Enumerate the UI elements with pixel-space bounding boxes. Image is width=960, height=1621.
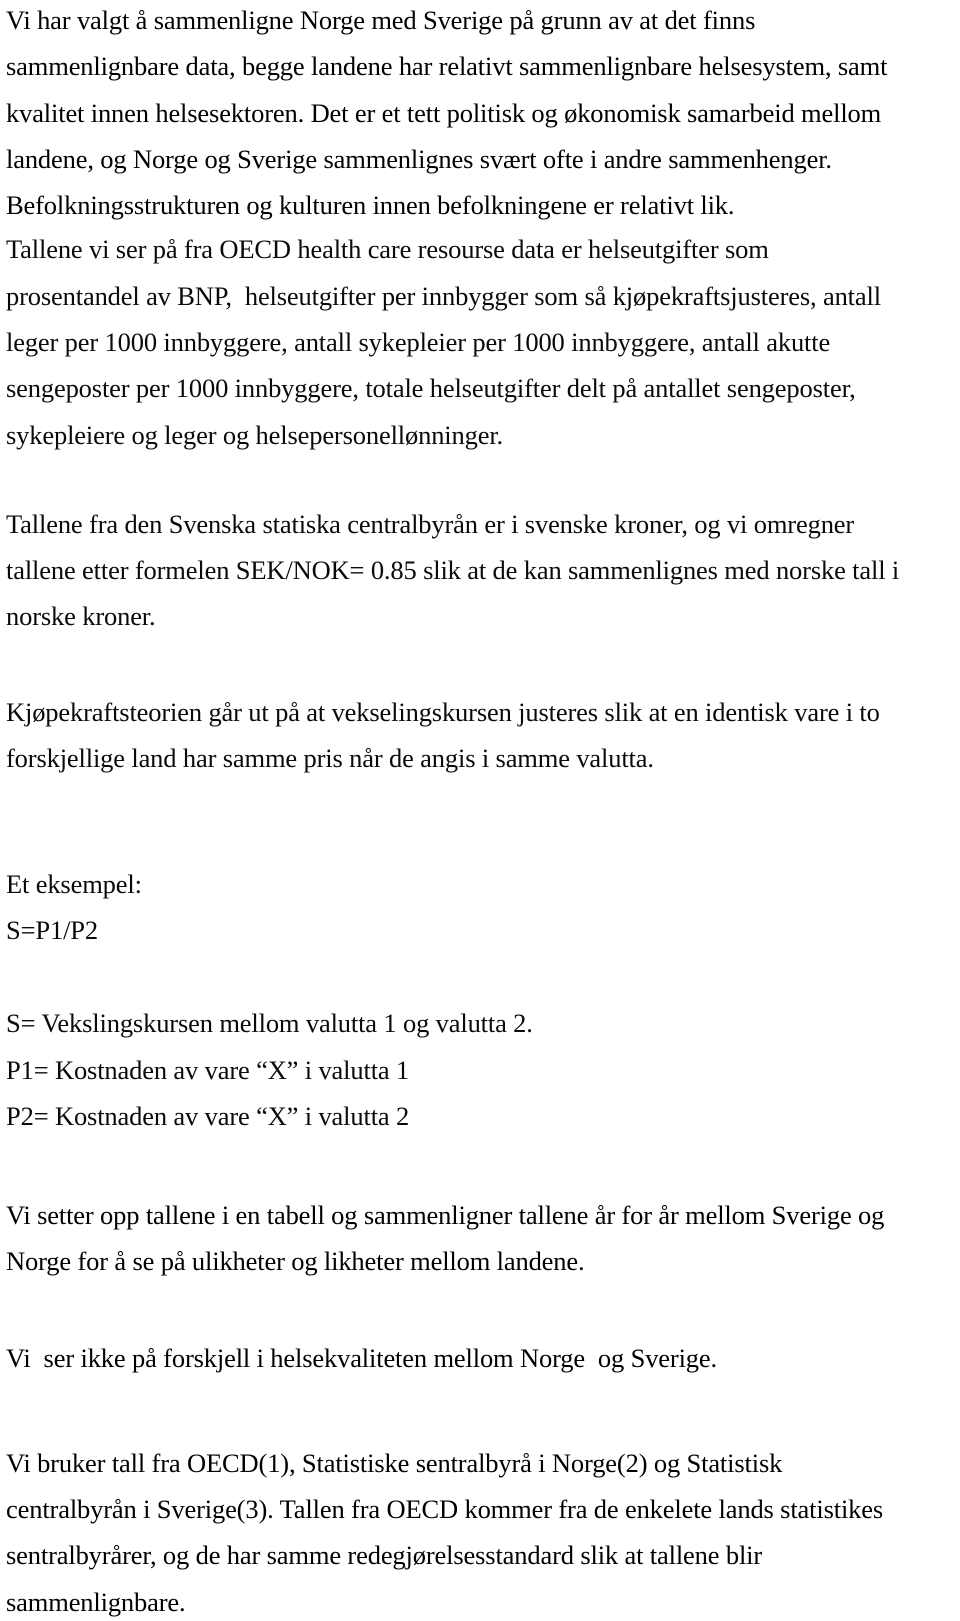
text-line-legend-p2: P2= Kostnaden av vare “X” i valutta 2 [6,1101,410,1131]
text-line-legend-p1: P1= Kostnaden av vare “X” i valutta 1 [6,1055,410,1085]
text-line: Vi setter opp tallene i en tabell og sam… [6,1200,885,1230]
text-line: landene, og Norge og Sverige sammenligne… [6,144,832,174]
text-line: forskjellige land har samme pris når de … [6,743,654,773]
text-line: sengeposter per 1000 innbyggere, totale … [6,373,856,403]
text-line: centralbyrån i Sverige(3). Tallen fra OE… [6,1494,884,1524]
text-line: sammenlignbare. [6,1587,186,1617]
text-line: leger per 1000 innbyggere, antall sykepl… [6,327,831,357]
text-line: Vi ser ikke på forskjell i helsekvalitet… [6,1343,717,1373]
text-line: sammenlignbare data, begge landene har r… [6,51,888,81]
text-line-example-label: Et eksempel: [6,869,142,899]
text-line: Tallene vi ser på fra OECD health care r… [6,234,769,264]
text-line: tallene etter formelen SEK/NOK= 0.85 sli… [6,555,900,585]
text-line: Tallene fra den Svenska statiska central… [6,509,855,539]
text-line-formula: S=P1/P2 [6,915,98,945]
text-line: kvalitet innen helsesektoren. Det er et … [6,98,882,128]
text-line: Befolkningsstrukturen og kulturen innen … [6,190,735,220]
text-line: norske kroner. [6,601,156,631]
text-line: Vi har valgt å sammenligne Norge med Sve… [6,5,756,35]
text-line: sentralbyrårer, og de har samme redegjør… [6,1540,763,1570]
text-line: sykepleiere og leger og helsepersonelløn… [6,420,504,450]
text-line: prosentandel av BNP, helseutgifter per i… [6,281,881,311]
document-page: Vi har valgt å sammenligne Norge med Sve… [0,0,960,1621]
text-line: Norge for å se på ulikheter og likheter … [6,1246,585,1276]
text-line: Kjøpekraftsteorien går ut på at vekselin… [6,697,880,727]
text-line: Vi bruker tall fra OECD(1), Statistiske … [6,1448,783,1478]
text-line-legend-s: S= Vekslingskursen mellom valutta 1 og v… [6,1008,533,1038]
